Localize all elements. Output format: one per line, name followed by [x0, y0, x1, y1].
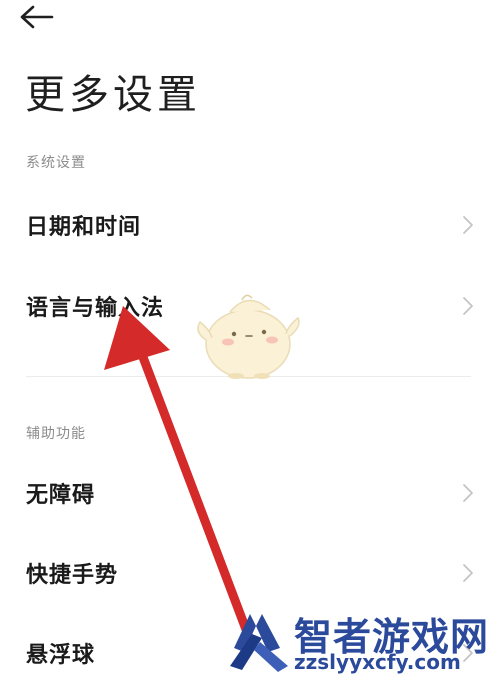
row-label: 日期和时间: [26, 215, 142, 240]
chevron-right-icon: [463, 216, 473, 234]
chevron-right-icon: [463, 297, 473, 315]
row-label: 无障碍: [26, 483, 96, 508]
watermark: 智者游戏网 zzslyyxcfy.com: [222, 606, 496, 676]
arrow-left-icon: [20, 5, 54, 29]
back-button[interactable]: [20, 2, 64, 32]
row-accessibility[interactable]: 无障碍: [0, 458, 496, 528]
chevron-right-icon: [463, 484, 473, 502]
chevron-right-icon: [463, 564, 473, 582]
row-label: 悬浮球: [26, 643, 96, 668]
row-label: 语言与输入法: [26, 296, 165, 321]
watermark-url: zzslyyxcfy.com: [294, 650, 461, 674]
row-quick-gestures[interactable]: 快捷手势: [0, 538, 496, 608]
section-header-system: 系统设置: [26, 155, 86, 171]
row-date-time[interactable]: 日期和时间: [0, 190, 496, 260]
section-header-accessibility: 辅助功能: [26, 426, 86, 442]
watermark-logo-icon: [230, 614, 288, 672]
row-label: 快捷手势: [26, 563, 119, 588]
chick-mascot-icon: [197, 294, 300, 379]
page-title: 更多设置: [25, 72, 201, 118]
